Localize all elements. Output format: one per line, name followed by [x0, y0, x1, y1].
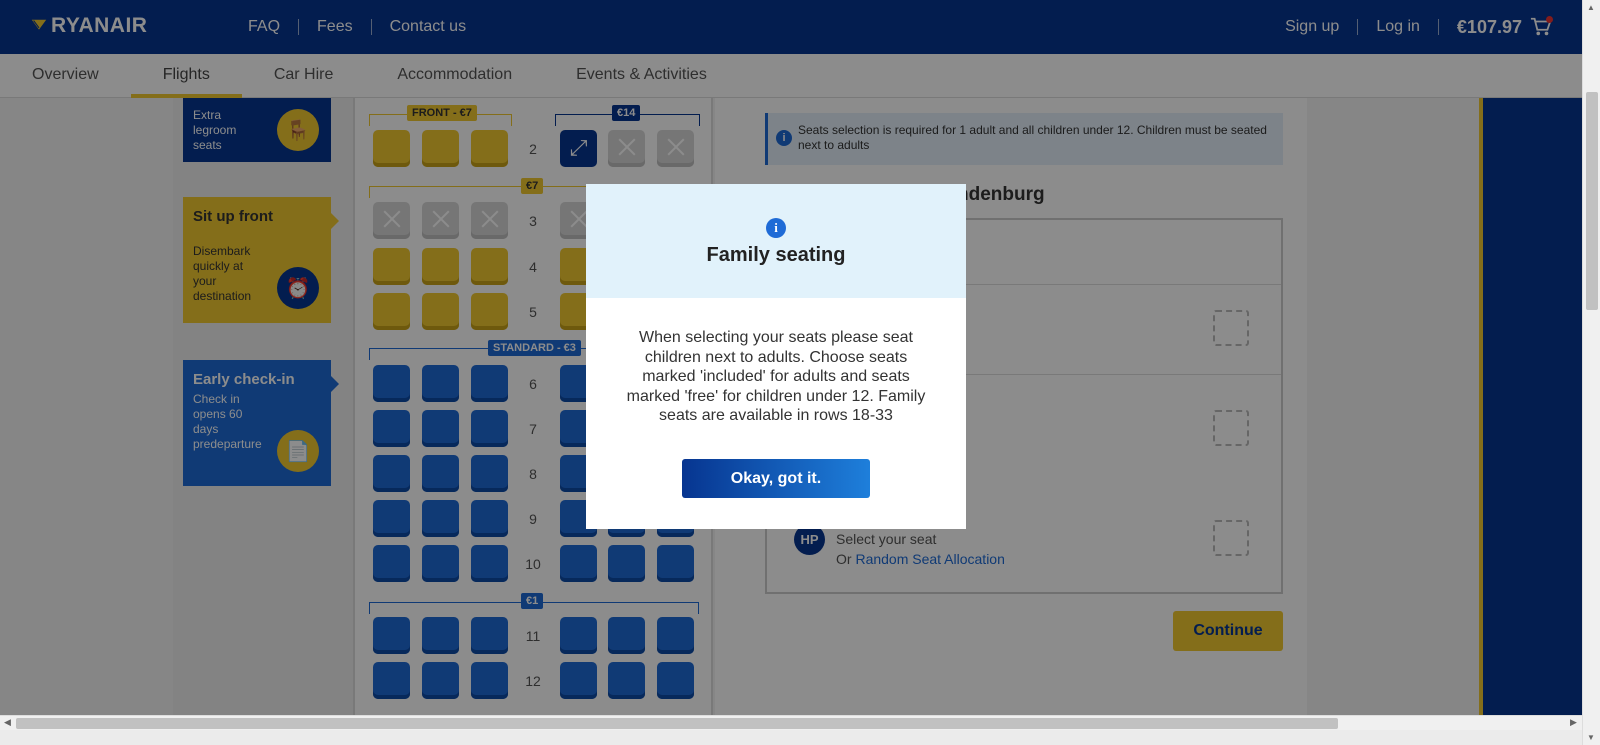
scroll-down-icon[interactable]: ▼ — [1587, 733, 1595, 742]
scroll-right-icon[interactable]: ▶ — [1570, 717, 1577, 728]
horizontal-scrollbar[interactable]: ◀ ▶ — [0, 715, 1582, 730]
modal-header: i Family seating — [586, 184, 966, 298]
modal-message: When selecting your seats please seat ch… — [626, 329, 926, 424]
info-icon: i — [766, 218, 786, 238]
vertical-scrollbar[interactable]: ▲ ▼ — [1582, 0, 1600, 745]
scroll-up-icon[interactable]: ▲ — [1587, 3, 1595, 12]
okay-got-it-button[interactable]: Okay, got it. — [682, 459, 870, 498]
scrollbar-thumb[interactable] — [1586, 92, 1598, 310]
scrollbar-thumb[interactable] — [16, 718, 1338, 729]
modal-title: Family seating — [706, 244, 846, 266]
family-seating-modal: i Family seating When selecting your sea… — [586, 184, 966, 529]
scroll-left-icon[interactable]: ◀ — [4, 717, 11, 728]
